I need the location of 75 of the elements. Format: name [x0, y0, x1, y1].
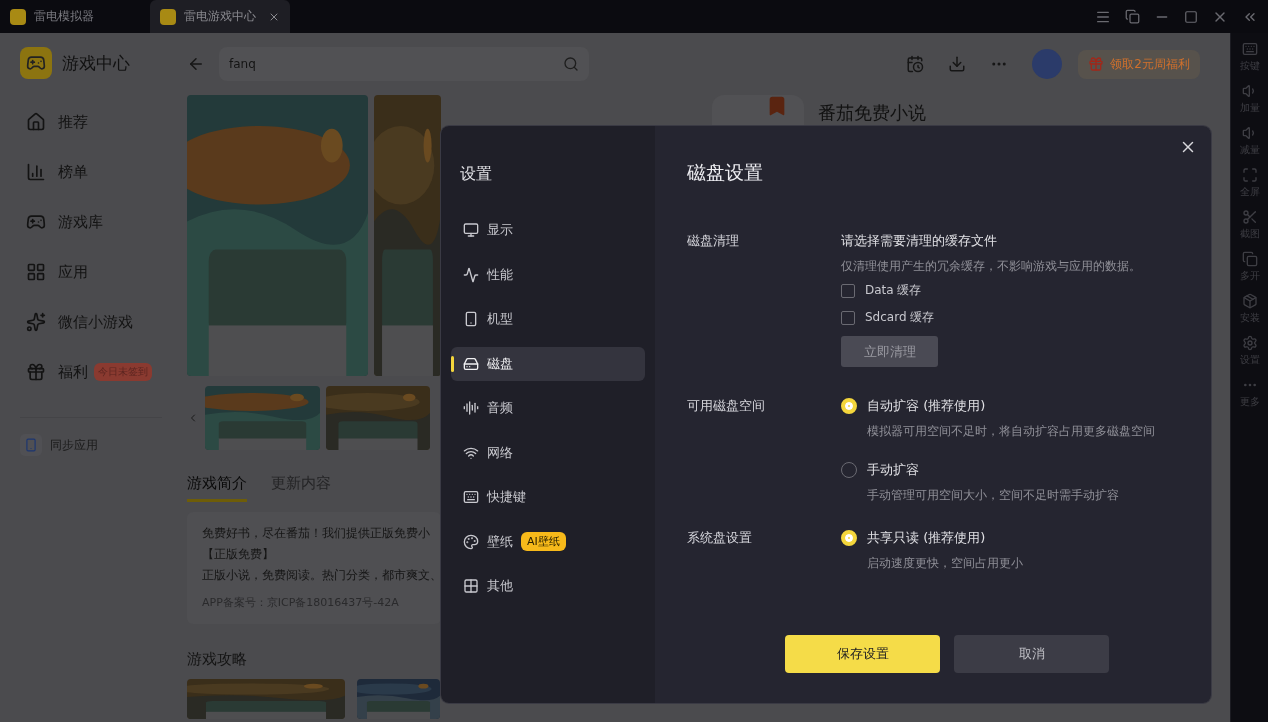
app-logo-icon — [10, 8, 26, 25]
section-title: 游戏攻略 — [187, 650, 248, 669]
keyboard-icon — [1241, 41, 1258, 57]
detail-tab[interactable]: 游戏简介 — [187, 474, 247, 502]
audio-wave-icon — [463, 400, 479, 416]
sidebar-item[interactable]: 应用 — [58, 262, 88, 282]
hint-text: 启动速度更快，空间占用更小 — [867, 556, 1024, 571]
settings-nav-item[interactable]: 网络 — [451, 435, 645, 470]
checkbox-label[interactable]: Data 缓存 — [865, 282, 922, 299]
cancel-button[interactable]: 取消 — [954, 635, 1109, 673]
maximize-icon[interactable] — [1184, 9, 1198, 24]
search-icon[interactable] — [563, 56, 579, 72]
sidebar-item[interactable]: 福利 — [58, 362, 88, 382]
gift-icon — [26, 362, 46, 382]
scissors-icon — [1241, 209, 1258, 225]
app-logo-icon — [160, 8, 176, 25]
ai-badge: AI壁纸 — [521, 532, 566, 551]
app-title: 番茄免费小说 — [818, 101, 926, 125]
fullscreen-icon — [1241, 167, 1258, 183]
package-icon — [1241, 293, 1258, 309]
calendar-icon[interactable] — [906, 55, 925, 73]
windows-icon[interactable] — [1125, 9, 1140, 24]
monitor-icon — [463, 222, 479, 238]
settings-nav-item[interactable]: 快捷键 — [451, 480, 645, 514]
selection-bar — [451, 355, 454, 372]
checkbox[interactable] — [841, 283, 855, 298]
brand-title: 游戏中心 — [62, 51, 130, 75]
sidebar-item[interactable]: 游戏库 — [58, 212, 103, 232]
sparkle-icon — [26, 312, 46, 332]
setting-label: 可用磁盘空间 — [687, 397, 766, 415]
keyboard-icon — [463, 489, 479, 505]
grid-icon — [26, 262, 46, 282]
window-tab[interactable]: 雷电游戏中心 — [150, 0, 290, 33]
panel-heading: 磁盘设置 — [687, 160, 764, 185]
hint-text: 模拟器可用空间不足时，将自动扩容占用更多磁盘空间 — [867, 424, 1156, 439]
gift-icon — [1088, 56, 1105, 72]
settings-nav-item[interactable]: 壁纸 AI壁纸 — [451, 524, 645, 559]
settings-nav-item[interactable]: 音频 — [451, 391, 645, 425]
checkbox-label[interactable]: Sdcard 缓存 — [865, 309, 935, 326]
phone-icon — [20, 434, 42, 456]
sidebar-item[interactable]: 榜单 — [58, 162, 88, 182]
settings-nav-item[interactable]: 磁盘 — [451, 346, 645, 381]
dialog-title: 设置 — [459, 164, 493, 185]
settings-nav-item[interactable]: 机型 — [451, 302, 645, 336]
gamepad-logo-icon — [20, 47, 52, 79]
settings-nav-item[interactable]: 性能 — [451, 257, 645, 292]
radio-label[interactable]: 手动扩容 — [867, 461, 919, 479]
bar-chart-icon — [26, 162, 46, 182]
window-tab[interactable]: 雷电模拟器 — [0, 0, 150, 33]
clean-button[interactable]: 立即清理 — [841, 336, 938, 367]
setting-title: 请选择需要清理的缓存文件 — [841, 232, 998, 250]
pulse-icon — [463, 266, 479, 283]
checkbox[interactable] — [841, 310, 855, 325]
hint-text: 仅清理使用产生的冗余缓存，不影响游戏与应用的数据。 — [841, 259, 1142, 274]
radio-label[interactable]: 自动扩容 (推荐使用) — [867, 397, 986, 415]
palette-icon — [463, 533, 479, 550]
back-icon[interactable] — [187, 55, 205, 73]
radio-label[interactable]: 共享只读 (推荐使用) — [867, 529, 986, 547]
house-icon — [26, 112, 46, 132]
setting-label: 系统盘设置 — [687, 529, 753, 547]
hint-text: 手动管理可用空间大小，空间不足时需手动扩容 — [867, 488, 1120, 503]
gamepad-icon — [26, 212, 46, 232]
phone-icon — [463, 311, 479, 327]
grid-icon — [463, 578, 479, 594]
settings-nav-item[interactable]: 显示 — [451, 213, 645, 247]
settings-icon — [1241, 335, 1258, 351]
sidebar-item[interactable]: 微信小游戏 — [58, 312, 133, 332]
windows-icon — [1241, 251, 1258, 267]
download-icon[interactable] — [948, 55, 967, 73]
save-button[interactable]: 保存设置 — [785, 635, 940, 673]
search-field[interactable]: fanq — [219, 47, 589, 81]
sidebar-item[interactable]: 推荐 — [58, 112, 88, 132]
setting-label: 磁盘清理 — [687, 232, 740, 250]
promo-button[interactable]: 领取2元周福利 — [1078, 49, 1200, 79]
settings-nav-item[interactable]: 其他 — [451, 569, 645, 603]
